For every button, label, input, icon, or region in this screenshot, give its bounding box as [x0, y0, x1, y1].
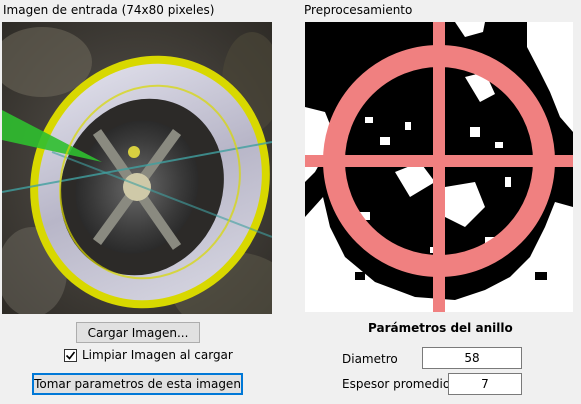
clear-image-checkbox[interactable]: [64, 349, 77, 362]
clear-image-label[interactable]: Limpiar Imagen al cargar: [82, 348, 233, 362]
ring-params-heading: Parámetros del anillo: [368, 321, 513, 335]
thickness-field[interactable]: 7: [448, 373, 522, 395]
thickness-label: Espesor promedio: [342, 377, 451, 391]
input-image: [2, 22, 272, 314]
preprocess-drawing: [305, 22, 573, 312]
input-image-caption: Imagen de entrada (74x80 pixeles): [3, 3, 215, 17]
checkmark-icon: [65, 351, 76, 360]
load-image-button[interactable]: Cargar Imagen...: [76, 322, 200, 343]
preprocess-caption: Preprocesamiento: [304, 3, 413, 17]
diameter-label: Diametro: [342, 352, 398, 366]
preprocess-image: [305, 22, 573, 312]
input-image-drawing: [2, 22, 272, 314]
take-params-button[interactable]: Tomar parametros de esta imagen: [32, 373, 243, 395]
diameter-field[interactable]: 58: [422, 347, 522, 369]
